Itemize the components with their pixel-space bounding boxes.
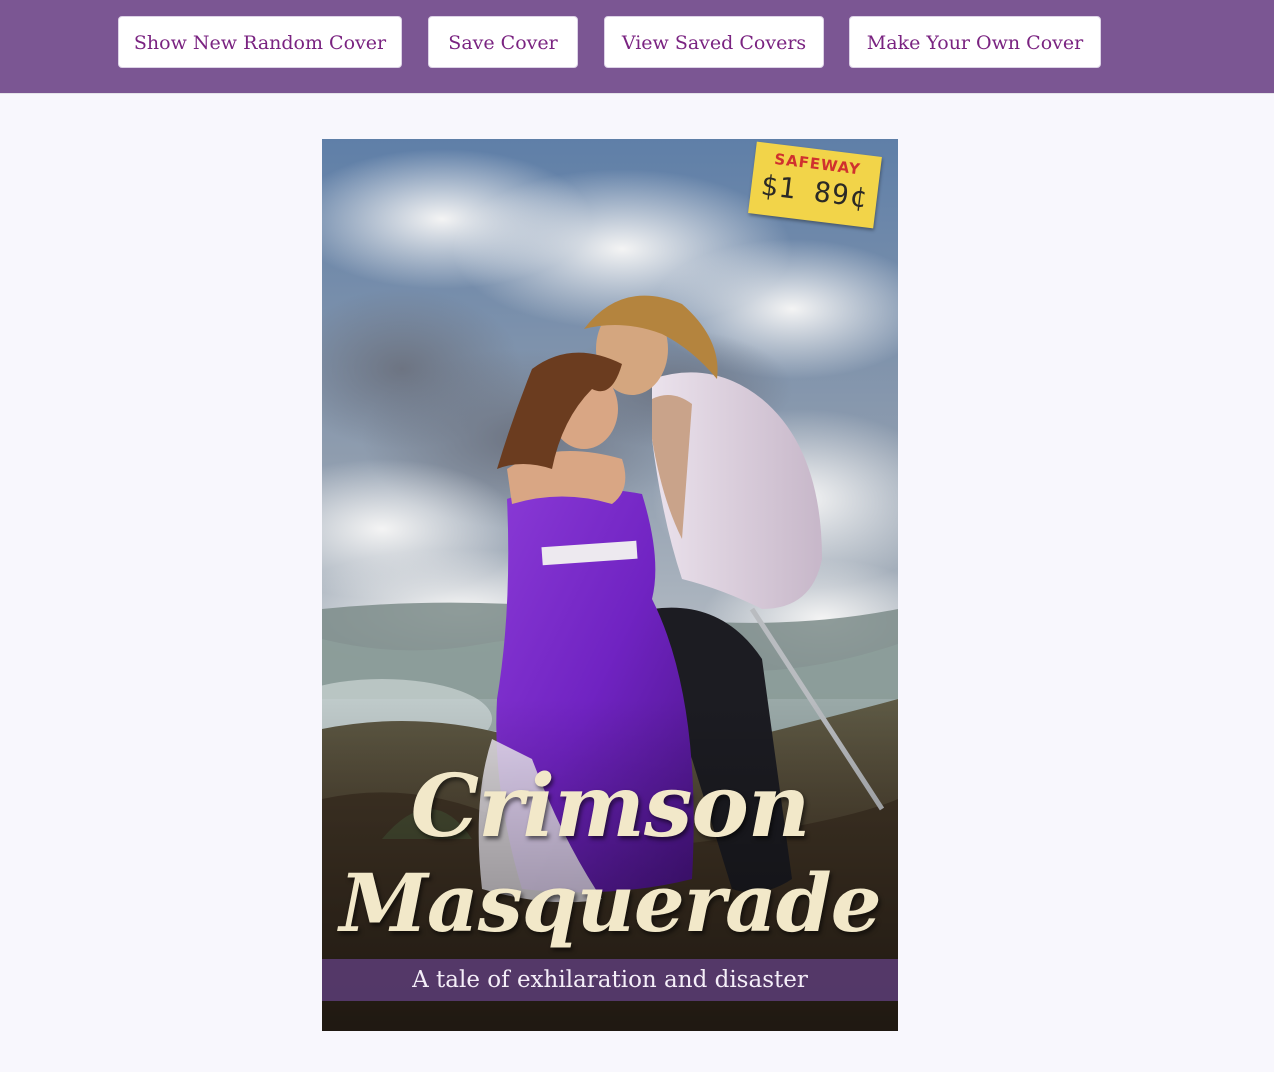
view-saved-covers-button[interactable]: View Saved Covers [604, 16, 824, 68]
make-your-own-cover-button[interactable]: Make Your Own Cover [849, 16, 1101, 68]
cover-title-line1: Crimson [410, 756, 811, 857]
cover-tagline: A tale of exhilaration and disaster [412, 967, 808, 993]
cover-title-line2: Masquerade [339, 856, 881, 950]
book-cover: SAFEWAY $1 89¢ Crimson Masquerade A tale… [322, 139, 898, 1031]
price-sticker: SAFEWAY $1 89¢ [748, 141, 882, 229]
show-new-random-cover-button[interactable]: Show New Random Cover [118, 16, 402, 68]
tagline-band: A tale of exhilaration and disaster [322, 959, 898, 1001]
save-cover-button[interactable]: Save Cover [428, 16, 578, 68]
top-nav-bar: Show New Random Cover Save Cover View Sa… [0, 0, 1274, 93]
